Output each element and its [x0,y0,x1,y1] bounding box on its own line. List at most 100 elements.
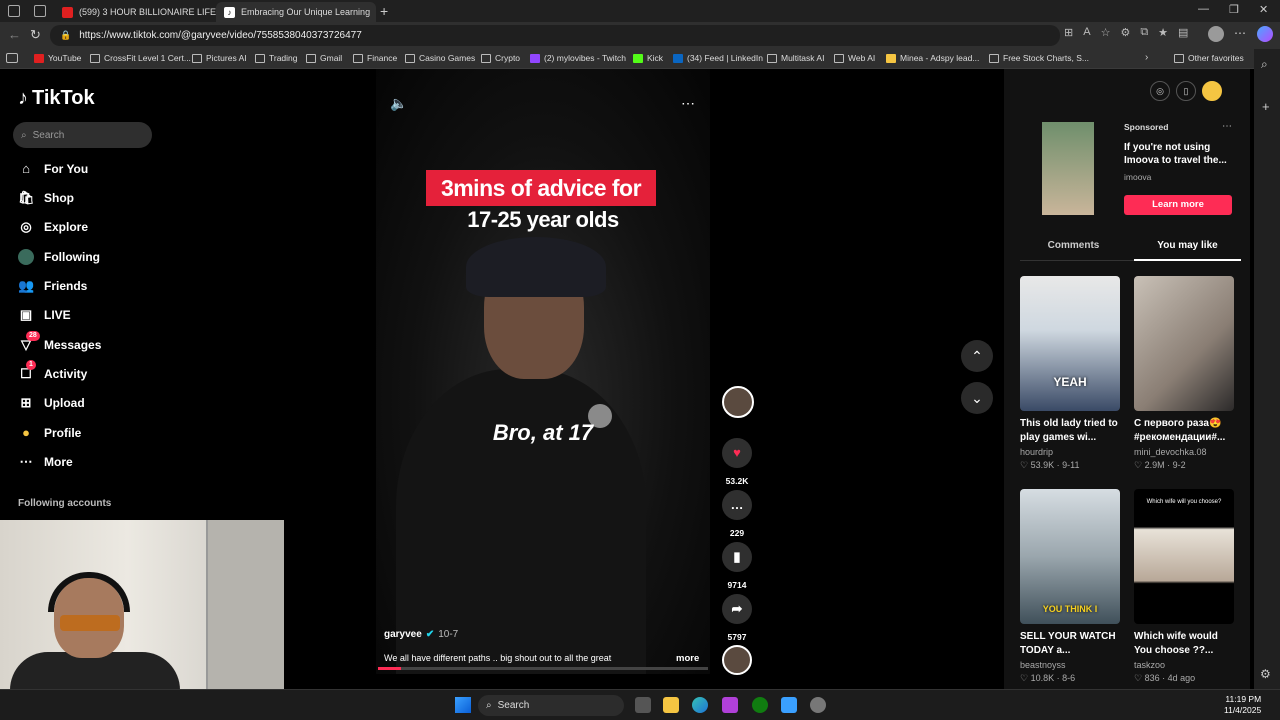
new-tab-icon[interactable]: + [380,3,388,19]
nav-upload[interactable]: ⊞ Upload [18,391,85,415]
tab-you-may-like[interactable]: You may like [1134,240,1241,261]
nav-shop[interactable]: 🛍 Shop [18,186,74,210]
restore-icon[interactable]: ❐ [1229,3,1239,16]
card-user[interactable]: hourdrip [1020,447,1120,457]
instagram-icon[interactable] [722,697,738,713]
back-icon[interactable]: ← [8,27,24,42]
site-info-icon[interactable]: 🔒 [60,30,71,41]
video-progress-bar[interactable] [378,667,708,670]
url-field[interactable]: 🔒 https://www.tiktok.com/@garyvee/video/… [50,25,1060,46]
video-thumbnail[interactable]: YOU THINK I [1020,489,1120,624]
tiktok-logo[interactable]: ♪ TikTok [18,87,95,110]
nav-more[interactable]: ⋯ More [18,450,73,474]
author-name[interactable]: garyvee [384,629,422,640]
bookmark-pictures-ai[interactable]: Pictures AI [192,53,247,63]
bookmark-web-ai[interactable]: Web AI [834,53,875,63]
split-screen-icon[interactable]: ⧉ [1140,26,1148,39]
collections-icon[interactable]: ▤ [1178,26,1188,39]
sidebar-settings-icon[interactable]: ⚙ [1260,667,1271,681]
favorites-icon[interactable]: ★ [1158,26,1168,39]
bookmark-crossfit[interactable]: CrossFit Level 1 Cert... [90,53,191,63]
suggested-video-card[interactable]: Which wife will you choose? Which wife w… [1134,489,1234,684]
video-player[interactable]: 🔈 ⋯ 3mins of advice for 17-25 year olds … [376,69,710,674]
card-user[interactable]: taskzoo [1134,660,1234,670]
card-user[interactable]: mini_devochka.08 [1134,447,1234,457]
ad-thumbnail[interactable] [1042,122,1094,215]
card-user[interactable]: beastnoyss [1020,660,1120,670]
nav-friends[interactable]: 👥 Friends [18,274,87,298]
taskbar-search[interactable]: ⌕ Search [478,695,624,716]
tab-comments[interactable]: Comments [1020,240,1127,251]
like-action[interactable]: ♥ 53.2K [722,438,752,486]
video-options-icon[interactable]: ⋯ [681,95,695,112]
video-thumbnail[interactable]: YEAH [1020,276,1120,411]
extensions-icon[interactable]: ⚙ [1120,26,1130,39]
xbox-icon[interactable] [752,697,768,713]
close-window-icon[interactable]: ✕ [1259,3,1268,16]
learn-more-button[interactable]: Learn more [1124,195,1232,215]
video-thumbnail[interactable]: Which wife will you choose? [1134,489,1234,624]
sound-disc[interactable] [722,645,752,675]
heart-icon[interactable]: ♥ [722,438,752,468]
bookmarks-overflow-icon[interactable]: › [1145,52,1148,63]
file-explorer-icon[interactable] [663,697,679,713]
task-view-icon[interactable] [635,697,651,713]
ad-options-icon[interactable]: ⋯ [1222,121,1232,132]
suggested-video-card[interactable]: YEAH This old lady tried to play games w… [1020,276,1120,471]
nav-explore[interactable]: ◎ Explore [18,215,88,239]
previous-video-button[interactable]: ⌃ [961,340,993,372]
more-link[interactable]: more [676,653,699,664]
read-aloud-icon[interactable]: A [1083,26,1090,39]
app-available-icon[interactable]: ⊞ [1064,26,1073,39]
windows-start-icon[interactable] [455,697,471,713]
ad-title[interactable]: If you're not using Imoova to travel the… [1124,141,1240,167]
next-video-button[interactable]: ⌄ [961,382,993,414]
notepad-icon[interactable] [781,697,797,713]
bookmark-gmail[interactable]: Gmail [306,53,342,63]
save-action[interactable]: ▮ 9714 [722,542,752,590]
bookmark-other-favorites[interactable]: Other favorites [1174,53,1244,63]
settings-menu-icon[interactable]: ⋯ [1234,26,1246,40]
sidebar-search-icon[interactable]: ⌕ [1261,57,1268,72]
bookmark-apps-icon[interactable] [6,53,18,63]
suggested-video-card[interactable]: YOU THINK I SELL YOUR WATCH TODAY a... b… [1020,489,1120,684]
nav-activity[interactable]: ☐ 1 Activity [18,360,87,386]
user-avatar-icon[interactable] [1202,81,1222,101]
settings-app-icon[interactable] [810,697,826,713]
bookmark-icon[interactable]: ▮ [722,542,752,572]
bookmark-trading[interactable]: Trading [255,53,298,63]
refresh-icon[interactable]: ↻ [30,27,46,43]
copilot-icon[interactable] [1257,26,1273,42]
suggested-video-card[interactable]: С первого раза😍 #рекомендации#... mini_d… [1134,276,1234,471]
bookmark-minea[interactable]: Minea - Adspy lead... [886,53,979,63]
bookmark-stock-charts[interactable]: Free Stock Charts, S... [989,53,1089,63]
comment-icon[interactable]: … [722,490,752,520]
nav-following[interactable]: Following [18,245,100,269]
nav-for-you[interactable]: ⌂ For You [18,157,88,181]
nav-live[interactable]: ▣ LIVE [18,303,71,327]
edge-icon[interactable] [692,697,708,713]
explore-compass-icon[interactable]: ◎ [1150,81,1170,101]
search-input[interactable]: ⌕ Search [13,122,152,148]
minimize-icon[interactable]: — [1198,3,1209,15]
profile-avatar[interactable] [1208,26,1224,42]
favorite-star-icon[interactable]: ☆ [1101,26,1111,39]
video-thumbnail[interactable] [1134,276,1234,411]
bookmark-twitch[interactable]: (2) mylovibes - Twitch [530,53,626,63]
author-avatar[interactable] [722,386,754,418]
tab-youtube[interactable]: (599) 3 HOUR BILLIONAIRE LIFEST ✕ [54,2,216,22]
bookmark-casino-games[interactable]: Casino Games [405,53,475,63]
bookmark-finance[interactable]: Finance [353,53,397,63]
avatar[interactable] [722,386,754,418]
sidebar-add-icon[interactable]: + [1262,99,1270,114]
bookmark-kick[interactable]: Kick [633,53,663,63]
device-icon[interactable]: ▯ [1176,81,1196,101]
bookmark-multitask-ai[interactable]: Multitask AI [767,53,824,63]
comment-action[interactable]: … 229 [722,490,752,538]
share-action[interactable]: ➦ 5797 [722,594,752,642]
bookmark-crypto[interactable]: Crypto [481,53,520,63]
share-icon[interactable]: ➦ [722,594,752,624]
nav-messages[interactable]: ▽ 28 Messages [18,331,101,357]
nav-profile[interactable]: ● Profile [18,421,81,445]
tab-actions-icon[interactable] [34,5,46,17]
